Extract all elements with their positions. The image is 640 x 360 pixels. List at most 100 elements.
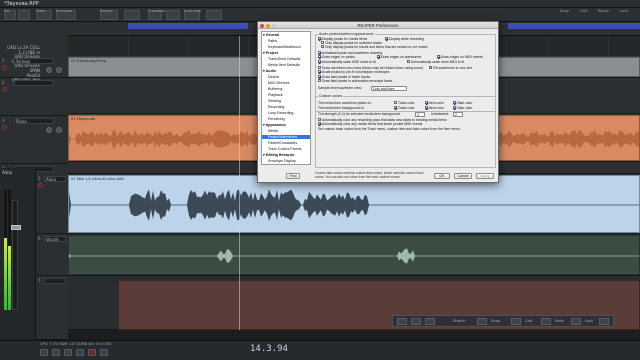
track-row-strings[interactable]: 1 Strings bbox=[0, 56, 68, 78]
track-row-alina[interactable]: 5 Alina bbox=[36, 174, 68, 234]
track-name[interactable]: Vocals bbox=[44, 236, 66, 242]
ok-button[interactable]: OK bbox=[434, 173, 450, 179]
preferences-tree[interactable]: ▾ General Paths Keyboard/Multitouch ▾ Proje… bbox=[261, 31, 311, 165]
float-button-3[interactable] bbox=[477, 318, 487, 325]
check-edges-waveforms[interactable]: Draw edges on waveforms bbox=[377, 55, 421, 59]
volume-knob[interactable] bbox=[46, 127, 52, 133]
media-item-alina[interactable]: 01 Take 1/2 Alina-90-plus.WAV bbox=[68, 175, 640, 233]
checkbox[interactable] bbox=[407, 60, 410, 64]
checkbox[interactable] bbox=[318, 55, 321, 59]
tree-item[interactable]: Track/Send Defaults bbox=[262, 57, 310, 61]
repeat-button[interactable] bbox=[100, 349, 108, 356]
track-name[interactable]: Piano bbox=[14, 118, 54, 124]
pan-knob[interactable] bbox=[56, 67, 62, 73]
toolbar-button-9[interactable] bbox=[206, 10, 222, 20]
checkbox[interactable] bbox=[318, 70, 321, 74]
stop-button[interactable] bbox=[52, 349, 60, 356]
tree-category[interactable]: ▾ Audio bbox=[262, 69, 310, 73]
track-row-2[interactable]: 2 bbox=[0, 78, 68, 116]
media-item-vocals[interactable] bbox=[68, 235, 640, 275]
volume-fader[interactable] bbox=[11, 200, 21, 310]
rewind-button[interactable] bbox=[40, 349, 48, 356]
checkbox[interactable] bbox=[453, 101, 456, 105]
checkbox[interactable] bbox=[318, 66, 321, 70]
float-button-1[interactable] bbox=[411, 318, 421, 325]
check-tint-track[interactable]: Track color bbox=[394, 101, 415, 105]
checkbox[interactable] bbox=[318, 79, 321, 83]
track-name[interactable]: Strings bbox=[14, 58, 54, 64]
tree-item[interactable]: Paths bbox=[262, 39, 310, 43]
record-arm-icon[interactable] bbox=[2, 65, 7, 70]
record-arm-icon[interactable] bbox=[2, 87, 7, 92]
toolbar-button-5[interactable] bbox=[124, 10, 140, 20]
tree-category[interactable]: ▾ Appearance bbox=[262, 123, 310, 127]
check-bg-track[interactable]: Track color bbox=[394, 106, 415, 110]
check-scale-midi[interactable]: Automatically scale MIDI notes to fit bbox=[318, 60, 376, 64]
check-bg-item[interactable]: Item color bbox=[425, 106, 444, 110]
timecode-display[interactable]: 14.3.94 bbox=[250, 344, 288, 354]
check-tint-item[interactable]: Item color bbox=[425, 101, 444, 105]
track-row-vocals[interactable]: 6 Vocals bbox=[36, 234, 68, 276]
checkbox[interactable] bbox=[318, 75, 321, 79]
check-bg-take[interactable]: Take color bbox=[453, 106, 472, 110]
minimize-icon[interactable] bbox=[266, 23, 270, 28]
tree-item[interactable]: Rendering bbox=[262, 117, 310, 121]
record-button[interactable] bbox=[88, 349, 96, 356]
track-name[interactable] bbox=[44, 278, 66, 284]
tree-item[interactable]: MIDI Devices bbox=[262, 81, 310, 85]
checkbox[interactable] bbox=[394, 106, 397, 110]
unselected-input[interactable]: 2 bbox=[453, 111, 463, 117]
check-only-soloed[interactable]: Only display peaks for tracks and items … bbox=[321, 45, 427, 49]
dialog-titlebar[interactable]: REAPER Preferences bbox=[258, 22, 498, 29]
pan-knob[interactable] bbox=[56, 127, 62, 133]
tree-item[interactable]: Media bbox=[262, 129, 310, 133]
float-button-4[interactable] bbox=[511, 318, 521, 325]
float-button-2[interactable] bbox=[425, 318, 435, 325]
play-button[interactable] bbox=[64, 349, 72, 356]
checkbox[interactable] bbox=[425, 101, 428, 105]
checkbox[interactable] bbox=[453, 106, 456, 110]
apply-button[interactable]: Apply bbox=[476, 173, 494, 179]
checkbox[interactable] bbox=[429, 66, 432, 70]
check-tint-take[interactable]: Take color bbox=[453, 101, 472, 105]
tree-category[interactable]: ▾ Project bbox=[262, 51, 310, 55]
toolbar-button-1[interactable] bbox=[18, 10, 30, 20]
find-button[interactable]: Find bbox=[286, 173, 300, 179]
tree-item[interactable]: Playback bbox=[262, 93, 310, 97]
checkbox[interactable] bbox=[437, 55, 440, 59]
float-button-7[interactable] bbox=[599, 318, 609, 325]
tree-item[interactable]: Loop Recording bbox=[262, 111, 310, 115]
tree-item[interactable]: Track Control Panels bbox=[262, 147, 310, 151]
checkbox[interactable] bbox=[321, 45, 324, 49]
checkbox[interactable] bbox=[318, 60, 321, 64]
tint-strength-input[interactable]: 2 bbox=[415, 111, 425, 117]
close-icon[interactable] bbox=[260, 23, 264, 28]
track-name[interactable]: Alina bbox=[44, 176, 66, 182]
checkbox[interactable] bbox=[318, 118, 321, 122]
check-auto-color-midi[interactable]: Automatically color any media items that… bbox=[318, 122, 422, 126]
region-marker[interactable] bbox=[508, 23, 640, 29]
tree-item[interactable]: Buffering bbox=[262, 87, 310, 91]
checkbox[interactable] bbox=[425, 106, 428, 110]
tree-item[interactable]: Peaks/Waveforms bbox=[262, 135, 310, 140]
zoom-icon[interactable] bbox=[272, 23, 276, 28]
check-fill-zero[interactable]: Fill waveforms to zero line bbox=[429, 66, 472, 70]
check-edges-peaks[interactable]: Draw edges on peaks bbox=[318, 55, 355, 59]
checkbox[interactable] bbox=[318, 51, 321, 55]
track-row-7[interactable]: 7 bbox=[36, 276, 68, 340]
check-scale-drum[interactable]: Automatically scale drum MIDI to fit bbox=[407, 60, 464, 64]
edit-cursor[interactable] bbox=[239, 36, 240, 330]
tree-category[interactable]: ▾ Editing Behavior bbox=[262, 153, 310, 157]
tree-item[interactable]: Device bbox=[262, 75, 310, 79]
region-marker[interactable] bbox=[128, 23, 248, 29]
checkbox[interactable] bbox=[318, 122, 321, 126]
checkbox[interactable] bbox=[377, 55, 380, 59]
sample-level-dropdown[interactable]: Dots and lines bbox=[371, 85, 407, 91]
tree-item[interactable]: Seeking bbox=[262, 99, 310, 103]
pause-button[interactable] bbox=[76, 349, 84, 356]
float-button-0[interactable] bbox=[397, 318, 407, 325]
record-arm-icon[interactable] bbox=[38, 183, 43, 188]
fader-cap[interactable] bbox=[11, 225, 21, 230]
checkbox[interactable] bbox=[394, 101, 397, 105]
volume-knob[interactable] bbox=[46, 67, 52, 73]
